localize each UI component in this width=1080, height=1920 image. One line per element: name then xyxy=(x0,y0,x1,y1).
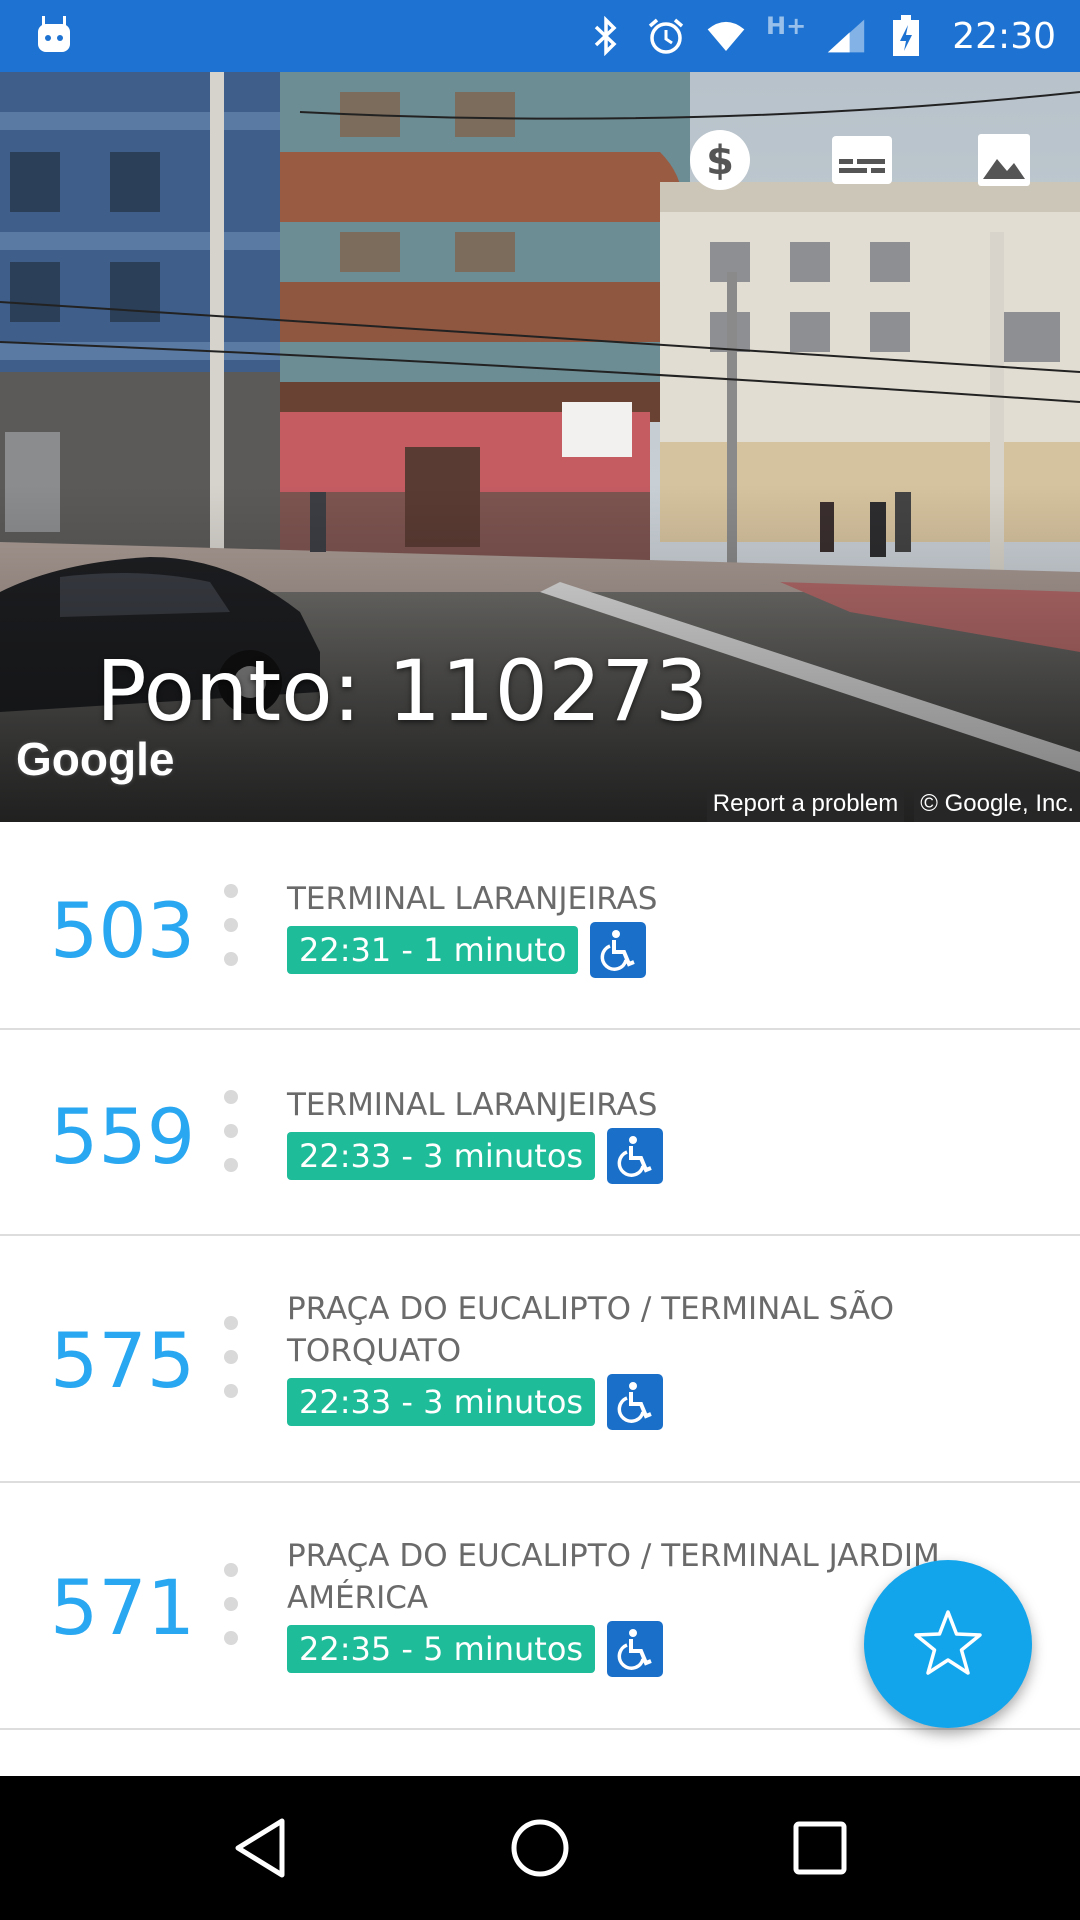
signal-icon xyxy=(826,16,866,56)
fare-icon: $ xyxy=(690,130,750,190)
network-type-label: H+ xyxy=(766,12,807,40)
copyright-label: © Google, Inc. xyxy=(914,788,1080,822)
list-item[interactable]: 575 PRAÇA DO EUCALIPTO / TERMINAL SÃO TO… xyxy=(0,1236,1080,1483)
home-icon xyxy=(511,1819,569,1877)
list-item[interactable]: 503 TERMINAL LARANJEIRAS 22:31 - 1 minut… xyxy=(0,824,1080,1030)
card-icon xyxy=(832,136,892,184)
wheelchair-icon xyxy=(607,1128,664,1184)
line-number: 575 xyxy=(50,1316,196,1405)
street-view-header[interactable]: $ Ponto: 110273 Google Report a problem … xyxy=(0,72,1080,822)
recents-icon xyxy=(793,1821,847,1875)
stop-title: Ponto: 110273 xyxy=(96,642,709,740)
navigation-bar xyxy=(0,1776,1080,1920)
bluetooth-icon xyxy=(586,16,626,56)
list-item[interactable]: 559 TERMINAL LARANJEIRAS 22:33 - 3 minut… xyxy=(0,1030,1080,1236)
eta-badge: 22:33 - 3 minutos xyxy=(287,1132,596,1180)
favorite-button[interactable] xyxy=(864,1560,1032,1728)
clock: 22:30 xyxy=(952,15,1056,57)
destination-label: TERMINAL LARANJEIRAS xyxy=(287,1087,658,1123)
alarm-icon xyxy=(646,16,686,56)
destination-label: PRAÇA DO EUCALIPTO / TERMINAL SÃO TORQUA… xyxy=(287,1291,894,1369)
svg-text:$: $ xyxy=(706,138,734,184)
line-number: 571 xyxy=(50,1563,196,1652)
eta-badge: 22:35 - 5 minutos xyxy=(287,1625,596,1673)
android-icon xyxy=(38,16,70,52)
wheelchair-icon xyxy=(590,922,647,978)
dots-divider xyxy=(224,1563,238,1665)
recents-button[interactable] xyxy=(775,1803,865,1893)
wheelchair-icon xyxy=(607,1374,664,1430)
google-logo: Google xyxy=(16,733,175,785)
eta-badge: 22:33 - 3 minutos xyxy=(287,1378,596,1426)
line-number: 503 xyxy=(50,886,196,975)
back-button[interactable] xyxy=(215,1803,305,1893)
eta-badge: 22:31 - 1 minuto xyxy=(287,926,579,974)
line-number: 559 xyxy=(50,1092,196,1181)
battery-charging-icon xyxy=(886,15,926,56)
home-button[interactable] xyxy=(495,1803,585,1893)
photo-button[interactable] xyxy=(968,124,1040,196)
wifi-icon xyxy=(706,16,746,56)
dots-divider xyxy=(224,884,238,986)
star-outline-icon xyxy=(914,1610,982,1675)
card-button[interactable] xyxy=(826,124,898,196)
report-problem-link[interactable]: Report a problem xyxy=(706,788,905,822)
wheelchair-icon xyxy=(607,1621,664,1677)
status-bar: H+ 22:30 xyxy=(0,0,1080,72)
back-icon xyxy=(235,1818,285,1878)
destination-label: TERMINAL LARANJEIRAS xyxy=(287,881,658,917)
fare-button[interactable]: $ xyxy=(684,124,756,196)
dots-divider xyxy=(224,1316,238,1418)
image-icon xyxy=(978,134,1030,186)
dots-divider xyxy=(224,1090,238,1192)
